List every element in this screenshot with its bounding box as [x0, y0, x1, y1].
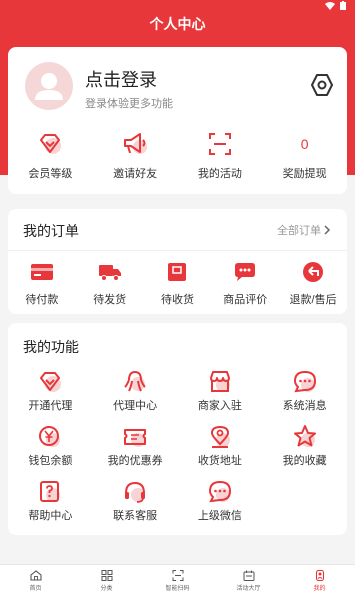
func-my-favorites[interactable]: 我的收藏: [262, 424, 347, 468]
octopus-icon: [124, 370, 146, 392]
orders-card: 我的订单 全部订单 待付款 待发货 待收货 商品评价 退款/售后: [8, 209, 347, 314]
shop-icon: [209, 371, 230, 392]
func-label: 商家入驻: [197, 400, 242, 412]
tab-label: 智能扫码: [165, 586, 190, 592]
all-orders-label: 全部订单: [277, 225, 321, 237]
stat-label: 邀请好友: [113, 168, 158, 180]
diamond-icon: [40, 372, 62, 392]
receive-box-icon: [168, 263, 187, 281]
profile-icon: [315, 570, 324, 581]
func-superior-wechat[interactable]: 上级微信: [178, 479, 263, 523]
tab-label: 分类: [100, 586, 113, 592]
functions-card: 我的功能 开通代理 代理中心 商家入驻 系统消息 钱包余额 我的优惠券 收货地址: [8, 323, 347, 535]
chat-bubble-icon: [208, 480, 231, 503]
tab-home[interactable]: 首页: [0, 565, 71, 595]
message-icon: [293, 370, 316, 393]
tab-label: 我的: [313, 586, 326, 592]
profile-card: 点击登录 登录体验更多功能 会员等级 邀请好友 我的活动 0 奖励提现: [8, 47, 347, 194]
location-pin-icon: [210, 425, 230, 448]
func-open-agent[interactable]: 开通代理: [8, 369, 93, 413]
tab-smart-scan[interactable]: 智能扫码: [142, 565, 213, 595]
tab-event-hall[interactable]: 活动大厅: [213, 565, 284, 595]
tab-label: 活动大厅: [236, 586, 261, 592]
order-pending-receipt[interactable]: 待收货: [144, 259, 212, 307]
order-refund[interactable]: 退款/售后: [279, 259, 347, 307]
scan-icon: [208, 133, 231, 155]
login-subtitle: 登录体验更多功能: [85, 98, 173, 110]
all-orders-link[interactable]: 全部订单: [277, 222, 331, 238]
divider: [8, 250, 347, 251]
stat-label: 会员等级: [28, 168, 73, 180]
battery-icon: [340, 1, 346, 10]
tab-label: 首页: [29, 586, 42, 592]
func-label: 钱包余额: [28, 455, 73, 467]
order-label: 商品评价: [223, 294, 268, 306]
func-label: 系统消息: [282, 400, 327, 412]
coupon-icon: [124, 429, 147, 447]
func-contact-service[interactable]: 联系客服: [93, 479, 178, 523]
chevron-right-icon: [324, 225, 331, 235]
func-system-messages[interactable]: 系统消息: [262, 369, 347, 413]
stat-label: 我的活动: [197, 168, 242, 180]
func-agent-center[interactable]: 代理中心: [93, 369, 178, 413]
func-label: 开通代理: [28, 400, 73, 412]
func-label: 我的优惠券: [107, 455, 163, 467]
func-wallet-balance[interactable]: 钱包余额: [8, 424, 93, 468]
profile-stats: 会员等级 邀请好友 我的活动 0 奖励提现: [8, 131, 347, 181]
home-icon: [29, 570, 42, 581]
comment-icon: [235, 263, 256, 281]
megaphone-icon: [124, 133, 148, 154]
func-label: 代理中心: [113, 400, 158, 412]
truck-icon: [98, 265, 121, 281]
func-label: 收货地址: [197, 455, 242, 467]
settings-button[interactable]: [309, 72, 335, 98]
tab-category[interactable]: 分类: [71, 565, 142, 595]
func-label: 上级微信: [197, 510, 242, 522]
stat-membership-level[interactable]: 会员等级: [8, 131, 93, 181]
orders-title: 我的订单: [23, 223, 79, 239]
page-title: 个人中心: [149, 16, 206, 32]
stat-invite-friends[interactable]: 邀请好友: [93, 131, 178, 181]
tab-mine[interactable]: 我的: [284, 565, 355, 595]
gear-icon: [311, 74, 333, 96]
diamond-icon: [40, 134, 62, 154]
func-my-coupons[interactable]: 我的优惠券: [93, 424, 178, 468]
order-pending-shipment[interactable]: 待发货: [76, 259, 144, 307]
functions-grid: 开通代理 代理中心 商家入驻 系统消息 钱包余额 我的优惠券 收货地址 我的收藏…: [8, 369, 347, 523]
func-label: 帮助中心: [28, 510, 73, 522]
help-icon: [40, 481, 61, 502]
scan-code-icon: [172, 570, 183, 581]
order-pending-payment[interactable]: 待付款: [8, 259, 76, 307]
order-review[interactable]: 商品评价: [211, 259, 279, 307]
user-avatar-icon: [35, 73, 63, 100]
functions-title: 我的功能: [23, 339, 79, 355]
avatar[interactable]: [25, 62, 73, 110]
order-label: 退款/售后: [289, 294, 337, 306]
bottom-tab-bar: 首页 分类 智能扫码 活动大厅 我的: [0, 564, 355, 595]
wifi-icon: [325, 1, 335, 10]
star-icon: [293, 425, 316, 447]
stat-reward-withdraw[interactable]: 0 奖励提现: [262, 131, 347, 181]
func-shipping-address[interactable]: 收货地址: [178, 424, 263, 468]
func-label: 我的收藏: [282, 455, 327, 467]
login-title[interactable]: 点击登录: [85, 66, 157, 92]
func-label: 联系客服: [113, 510, 158, 522]
headset-icon: [125, 481, 146, 503]
yen-coin-icon: [39, 426, 61, 447]
func-help-center[interactable]: 帮助中心: [8, 479, 93, 523]
return-icon: [303, 262, 324, 282]
wallet-icon: [30, 264, 53, 280]
stat-label: 奖励提现: [282, 168, 327, 180]
stat-my-activities[interactable]: 我的活动: [178, 131, 263, 181]
category-icon: [101, 570, 112, 581]
reward-count: 0: [300, 136, 309, 152]
order-label: 待收货: [160, 294, 194, 306]
func-merchant-join[interactable]: 商家入驻: [178, 369, 263, 413]
order-label: 待付款: [25, 294, 59, 306]
order-status-row: 待付款 待发货 待收货 商品评价 退款/售后: [8, 259, 347, 307]
event-hall-icon: [243, 570, 254, 581]
order-label: 待发货: [93, 294, 127, 306]
